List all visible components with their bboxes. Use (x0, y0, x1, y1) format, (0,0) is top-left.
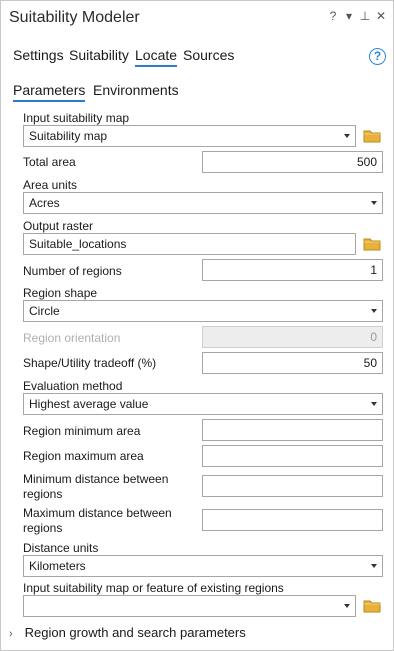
chevron-down-icon (344, 134, 350, 138)
region-min-area-input[interactable] (202, 419, 383, 441)
total-area-input[interactable]: 500 (202, 151, 383, 173)
input-map-label: Input suitability map (23, 111, 130, 125)
num-regions-input[interactable]: 1 (202, 259, 383, 281)
folder-icon[interactable] (363, 237, 381, 251)
region-growth-expander[interactable]: › Region growth and search parameters (9, 625, 246, 640)
tab-suitability[interactable]: Suitability (69, 47, 129, 63)
pane-title: Suitability Modeler (9, 9, 140, 26)
max-distance-label-line2: regions (23, 521, 63, 535)
region-max-area-label: Region maximum area (23, 449, 144, 463)
help-icon[interactable]: ? (327, 9, 339, 23)
chevron-down-icon (371, 402, 377, 406)
chevron-down-icon (371, 309, 377, 313)
chevron-down-icon (344, 604, 350, 608)
input-map-value: Suitability map (29, 129, 108, 143)
tab-locate[interactable]: Locate (135, 47, 178, 67)
min-distance-label-line1: Minimum distance between (23, 472, 169, 486)
region-orientation-label: Region orientation (23, 331, 121, 345)
max-distance-label-line1: Maximum distance between (23, 506, 172, 520)
chevron-down-icon (371, 564, 377, 568)
tradeoff-label: Shape/Utility tradeoff (%) (23, 356, 157, 370)
evaluation-method-label: Evaluation method (23, 379, 123, 393)
total-area-label: Total area (23, 155, 76, 169)
region-growth-label: Region growth and search parameters (24, 625, 246, 640)
tradeoff-input[interactable]: 50 (202, 352, 383, 374)
help-circle-icon[interactable]: ? (369, 48, 386, 65)
evaluation-method-dropdown[interactable]: Highest average value (23, 393, 383, 415)
existing-regions-label: Input suitability map or feature of exis… (23, 581, 284, 595)
distance-units-dropdown[interactable]: Kilometers (23, 555, 383, 577)
region-min-area-label: Region minimum area (23, 424, 141, 438)
chevron-right-icon: › (9, 628, 13, 640)
sub-tabs: Parameters Environments (1, 82, 393, 102)
num-regions-label: Number of regions (23, 264, 122, 278)
folder-icon[interactable] (363, 129, 381, 143)
area-units-dropdown[interactable]: Acres (23, 192, 383, 214)
tab-environments[interactable]: Environments (93, 82, 179, 98)
tab-parameters[interactable]: Parameters (13, 82, 86, 102)
area-units-label: Area units (23, 178, 78, 192)
pin-icon[interactable]: ⊥ (359, 9, 371, 23)
existing-regions-dropdown[interactable] (23, 595, 356, 617)
evaluation-method-value: Highest average value (29, 397, 149, 411)
distance-units-label: Distance units (23, 541, 99, 555)
options-menu-icon[interactable]: ▾ (343, 9, 355, 23)
tab-sources[interactable]: Sources (183, 47, 234, 63)
folder-icon[interactable] (363, 599, 381, 613)
min-distance-label-line2: regions (23, 487, 63, 501)
region-max-area-input[interactable] (202, 445, 383, 467)
region-shape-label: Region shape (23, 286, 98, 300)
min-distance-input[interactable] (202, 475, 383, 497)
input-map-dropdown[interactable]: Suitability map (23, 125, 356, 147)
output-raster-input[interactable]: Suitable_locations (23, 233, 356, 255)
distance-units-value: Kilometers (29, 559, 86, 573)
region-orientation-input: 0 (202, 326, 383, 348)
close-icon[interactable]: ✕ (375, 9, 387, 23)
tab-settings[interactable]: Settings (13, 47, 64, 63)
area-units-value: Acres (29, 196, 60, 210)
chevron-down-icon (371, 201, 377, 205)
suitability-modeler-pane: Suitability Modeler ? ▾ ⊥ ✕ Settings Sui… (0, 0, 394, 651)
title-bar: Suitability Modeler ? ▾ ⊥ ✕ (1, 1, 393, 37)
region-shape-dropdown[interactable]: Circle (23, 300, 383, 322)
region-shape-value: Circle (29, 304, 60, 318)
max-distance-input[interactable] (202, 509, 383, 531)
main-tabs: Settings Suitability Locate Sources (1, 47, 393, 71)
output-raster-label: Output raster (23, 219, 94, 233)
